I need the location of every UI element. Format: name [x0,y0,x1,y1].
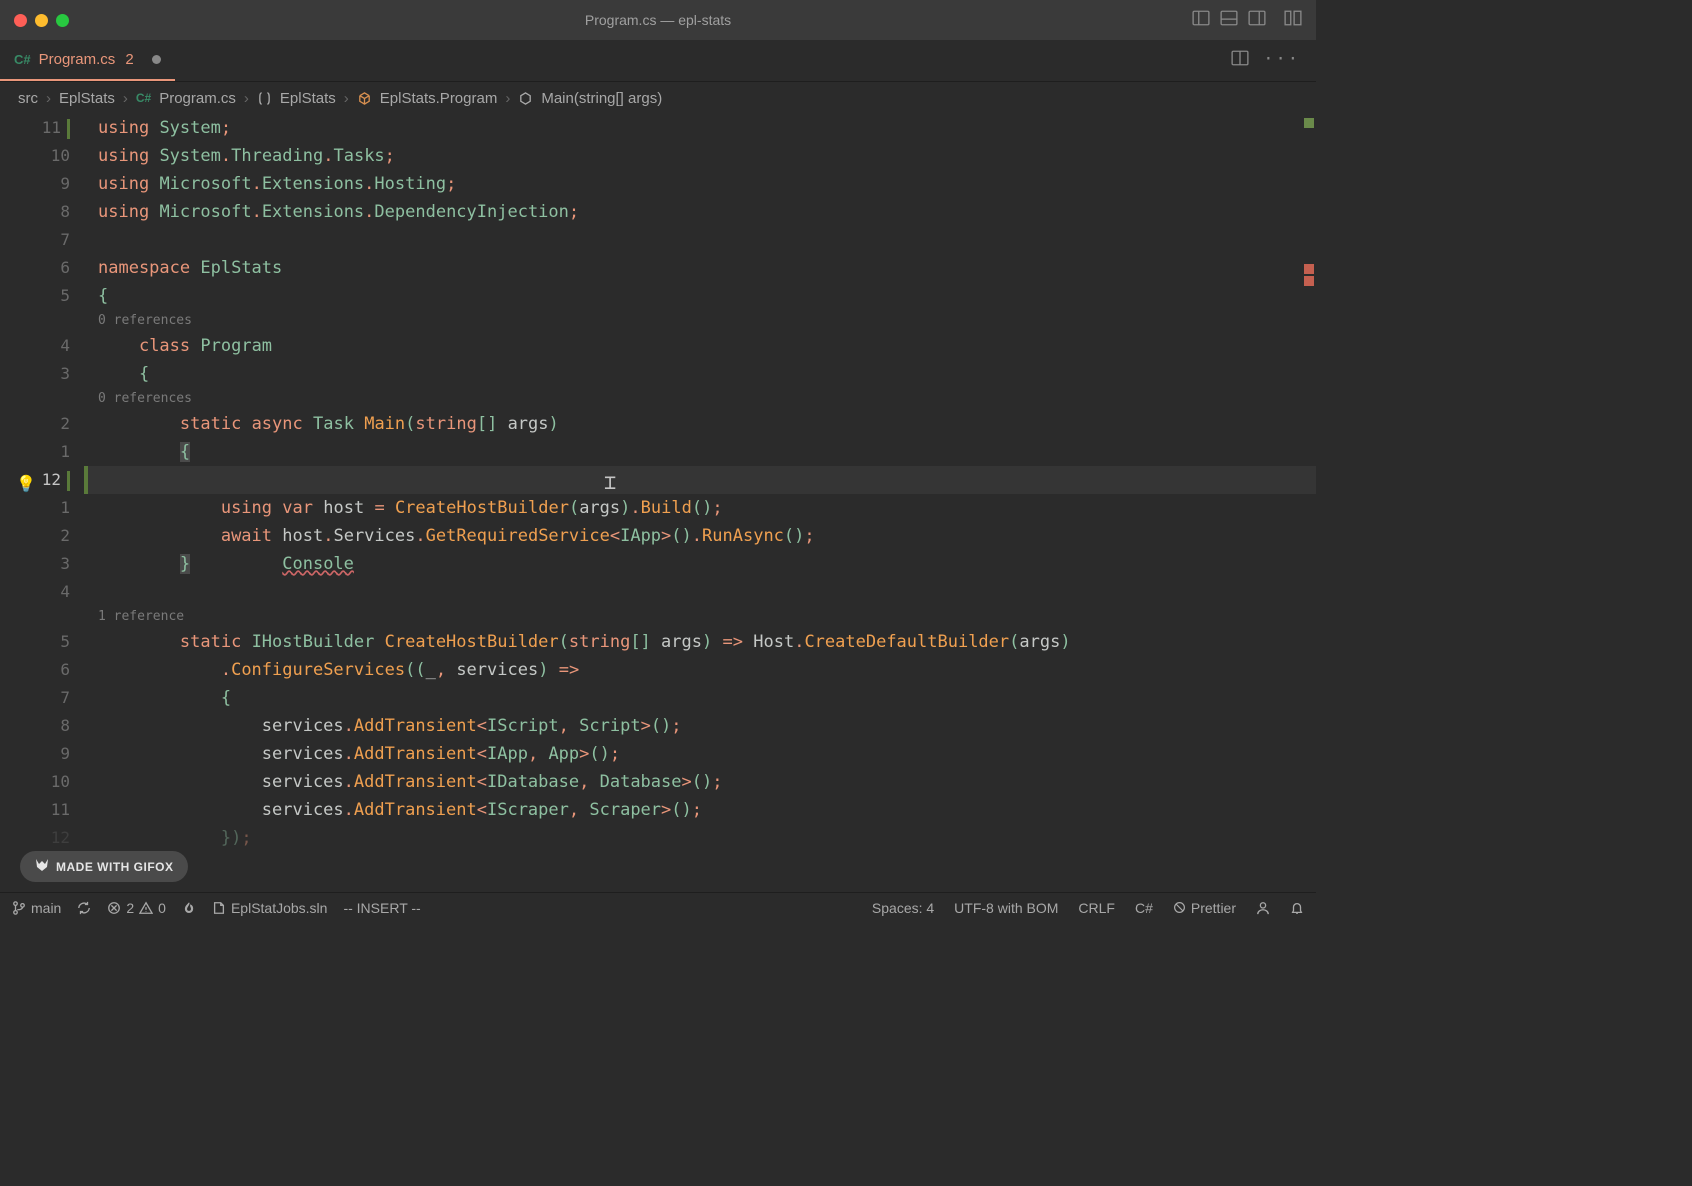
csharp-icon: C# [14,52,31,67]
code-line[interactable]: static async Task Main(string[] args) [84,410,1316,438]
breadcrumb-item[interactable]: EplStats [280,90,336,107]
notifications-button[interactable] [1290,901,1304,915]
code-line[interactable]: .ConfigureServices((_, services) => [84,656,1316,684]
csharp-icon: C# [136,91,151,105]
breadcrumb-item[interactable]: Program.cs [159,90,236,107]
code-line[interactable]: using Microsoft.Extensions.DependencyInj… [84,198,1316,226]
prettier-button[interactable]: Prettier [1173,900,1236,916]
problems-button[interactable]: 2 0 [107,900,166,916]
code-line[interactable]: using System.Threading.Tasks; [84,142,1316,170]
code-line-current[interactable]: 💡 Console ⌶ [84,466,1316,494]
eol-button[interactable]: CRLF [1078,900,1115,916]
breadcrumb-item[interactable]: EplStats.Program [380,90,498,107]
code-line[interactable]: { [84,684,1316,712]
solution-file[interactable]: EplStatJobs.sln [212,900,328,916]
fox-icon [34,857,50,876]
flame-button[interactable] [182,901,196,915]
tab-problem-count: 2 [125,51,133,68]
overview-ruler[interactable] [1304,114,1314,514]
branch-icon [12,901,26,915]
codelens[interactable]: 0 references [84,388,1316,410]
sync-button[interactable] [77,901,91,915]
split-right-icon[interactable] [1248,9,1266,32]
bell-icon [1290,901,1304,915]
chevron-right-icon: › [46,90,51,107]
feedback-button[interactable] [1256,901,1270,915]
code-line[interactable]: services.AddTransient<IScript, Script>()… [84,712,1316,740]
tab-program-cs[interactable]: C# Program.cs 2 [0,40,175,81]
minimap-marker[interactable] [1304,264,1314,274]
chevron-right-icon: › [244,90,249,107]
chevron-right-icon: › [505,90,510,107]
code-line[interactable]: }); [84,824,1316,852]
traffic-lights [14,14,69,27]
lightbulb-icon[interactable]: 💡 [16,470,36,498]
statusbar: main 2 0 EplStatJobs.sln -- INSERT -- Sp… [0,892,1316,922]
window-title: Program.cs — epl-stats [585,12,731,28]
split-bottom-icon[interactable] [1220,9,1238,32]
code-line[interactable]: class Program [84,332,1316,360]
code-line[interactable]: static IHostBuilder CreateHostBuilder(st… [84,628,1316,656]
code-line[interactable]: await host.Services.GetRequiredService<I… [84,522,1316,550]
code-line[interactable]: } [84,550,1316,578]
code-line[interactable]: services.AddTransient<IDatabase, Databas… [84,768,1316,796]
file-icon [212,901,226,915]
chevron-right-icon: › [344,90,349,107]
text-cursor-icon: ⌶ [604,468,616,496]
breadcrumb-item[interactable]: src [18,90,38,107]
minimap-marker[interactable] [1304,276,1314,286]
code-line[interactable]: { [84,282,1316,310]
close-button[interactable] [14,14,27,27]
code-line[interactable]: services.AddTransient<IScraper, Scraper>… [84,796,1316,824]
language-mode-button[interactable]: C# [1135,900,1153,916]
breadcrumb-item[interactable]: EplStats [59,90,115,107]
code-line[interactable] [84,578,1316,606]
sync-icon [77,901,91,915]
flame-icon [182,901,196,915]
warning-icon [139,901,153,915]
code-line[interactable]: using System; [84,114,1316,142]
dirty-indicator-icon [152,55,161,64]
tab-label: Program.cs [39,51,116,68]
namespace-icon [257,91,272,106]
tabbar: C# Program.cs 2 ··· [0,40,1316,82]
code-line[interactable]: using var host = CreateHostBuilder(args)… [84,494,1316,522]
code-line[interactable]: using Microsoft.Extensions.Hosting; [84,170,1316,198]
split-left-icon[interactable] [1192,9,1210,32]
error-icon [107,901,121,915]
maximize-button[interactable] [56,14,69,27]
encoding-button[interactable]: UTF-8 with BOM [954,900,1058,916]
vim-mode: -- INSERT -- [343,900,420,916]
codelens[interactable]: 1 reference [84,606,1316,628]
editor[interactable]: 11 10 9 8 7 6 5 4 3 2 1 12 1 2 3 4 5 6 7… [0,114,1316,892]
gutter: 11 10 9 8 7 6 5 4 3 2 1 12 1 2 3 4 5 6 7… [0,114,84,892]
code-area[interactable]: using System; using System.Threading.Tas… [84,114,1316,892]
class-icon [357,91,372,106]
code-line[interactable]: services.AddTransient<IApp, App>(); [84,740,1316,768]
prettier-icon [1173,901,1186,914]
indentation-button[interactable]: Spaces: 4 [872,900,934,916]
layout-controls [1192,9,1302,32]
split-editor-icon[interactable] [1231,49,1249,72]
more-actions-icon[interactable]: ··· [1263,49,1300,72]
minimize-button[interactable] [35,14,48,27]
method-icon [518,91,533,106]
breadcrumb[interactable]: src › EplStats › C# Program.cs › EplStat… [0,82,1316,114]
layout-customize-icon[interactable] [1284,9,1302,32]
chevron-right-icon: › [123,90,128,107]
git-branch[interactable]: main [12,900,61,916]
minimap-marker[interactable] [1304,118,1314,128]
code-line[interactable]: { [84,438,1316,466]
code-line[interactable]: namespace EplStats [84,254,1316,282]
person-icon [1256,901,1270,915]
code-line[interactable] [84,226,1316,254]
change-indicator-icon [84,466,88,494]
breadcrumb-item[interactable]: Main(string[] args) [541,90,662,107]
code-line[interactable]: { [84,360,1316,388]
titlebar: Program.cs — epl-stats [0,0,1316,40]
gifox-badge: MADE WITH GIFOX [20,851,188,882]
codelens[interactable]: 0 references [84,310,1316,332]
